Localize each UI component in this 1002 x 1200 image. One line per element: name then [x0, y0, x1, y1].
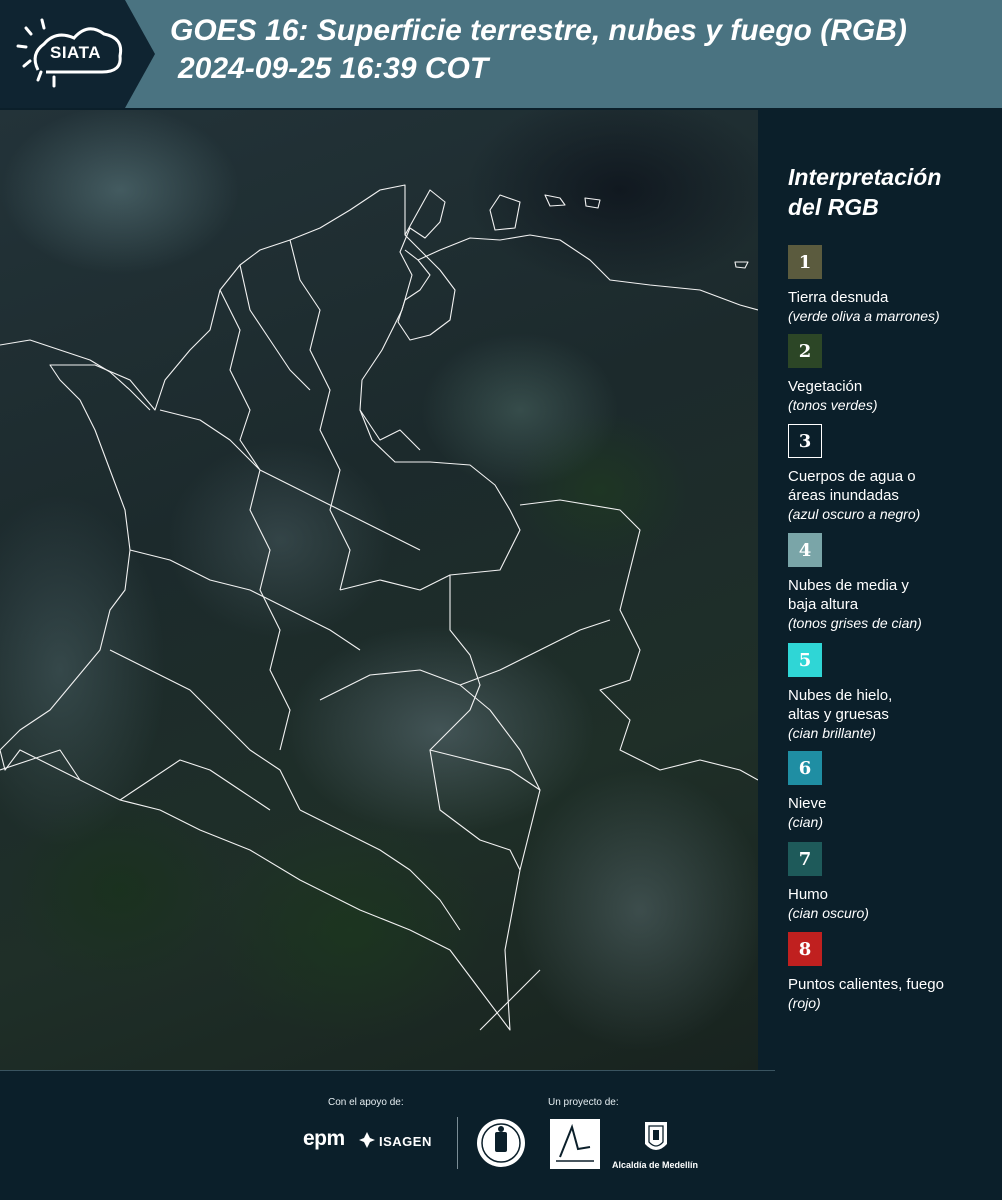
siata-logo[interactable]: SIATA [0, 0, 155, 108]
university-seal-icon[interactable] [476, 1118, 526, 1168]
legend-label-5: Nubes de hielo, altas y gruesas [788, 687, 893, 723]
legend-title: Interpretación del RGB [788, 162, 988, 222]
legend-desc-1: (verde oliva a marrones) [788, 308, 940, 324]
legend-title-line1: Interpretación [788, 164, 942, 190]
ecuador-border [0, 749, 81, 781]
legend-label-7: Humo [788, 886, 829, 903]
legend-swatch-4: 4 [788, 533, 822, 567]
venezuela-border [519, 499, 758, 781]
legend-desc-3: (azul oscuro a negro) [788, 506, 921, 522]
legend-label-4: Nubes de media y baja altura [788, 577, 909, 613]
island-1 [544, 194, 566, 207]
paraguana-peninsula [489, 194, 521, 231]
legend-swatch-1: 1 [788, 245, 822, 279]
legend-label-1: Tierra desnuda [788, 289, 889, 306]
legend-desc-4: (tonos grises de cian) [788, 615, 922, 631]
area-metropolitana-logo[interactable] [550, 1119, 600, 1169]
title-product: GOES 16: Superficie terrestre, nubes y f… [170, 14, 907, 47]
area-metropolitana-icon [556, 1123, 594, 1162]
legend-desc-6: (cian) [788, 814, 824, 830]
legend-item-vegetation: 2 Vegetación (tonos verdes) [788, 334, 998, 415]
legend-title-line2: del RGB [788, 194, 879, 220]
legend-swatch-3: 3 [788, 424, 822, 458]
header-bar: SIATA GOES 16: Superficie terrestre, nub… [0, 0, 1002, 108]
legend-item-snow: 6 Nieve (cian) [788, 751, 998, 832]
island-3 [734, 261, 749, 269]
internal-border-east [319, 669, 541, 871]
legend-swatch-5: 5 [788, 643, 822, 677]
legend-desc-5: (cian brillante) [788, 725, 876, 741]
department-line-8 [119, 759, 271, 811]
legend-swatch-2: 2 [788, 334, 822, 368]
siata-logo-text: SIATA [50, 43, 101, 62]
legend-item-bare-land: 1 Tierra desnuda (verde oliva a marrones… [788, 245, 998, 326]
project-label: Un proyecto de: [548, 1097, 619, 1108]
legend-swatch-8: 8 [788, 932, 822, 966]
department-line-9 [359, 409, 421, 451]
department-line-10 [239, 264, 311, 391]
legend-item-low-clouds: 4 Nubes de media y baja altura (tonos gr… [788, 533, 998, 633]
legend-label-3: Cuerpos de agua o áreas inundadas [788, 468, 916, 504]
legend-item-smoke: 7 Humo (cian oscuro) [788, 842, 998, 923]
satellite-map[interactable] [0, 110, 758, 1070]
department-line-11 [459, 619, 611, 686]
legend-item-ice-clouds: 5 Nubes de hielo, altas y gruesas (cian … [788, 643, 998, 743]
legend-label-6: Nieve [788, 795, 827, 812]
legend-item-water: 3 Cuerpos de agua o áreas inundadas (azu… [788, 424, 998, 524]
department-line-3 [159, 409, 421, 551]
legend-label-8: Puntos calientes, fuego [788, 976, 944, 993]
page-title: GOES 16: Superficie terrestre, nubes y f… [170, 12, 1000, 88]
epm-logo[interactable]: epm [303, 1127, 345, 1151]
legend-item-fire: 8 Puntos calientes, fuego (rojo) [788, 932, 998, 1013]
footer-divider [0, 1070, 775, 1071]
island-2 [584, 197, 601, 209]
maracaibo-lake [397, 234, 456, 341]
legend-desc-7: (cian oscuro) [788, 905, 869, 921]
support-label: Con el apoyo de: [328, 1097, 404, 1108]
legend-label-2: Vegetación [788, 378, 863, 395]
panama-coast [0, 339, 151, 411]
department-line-2 [289, 239, 351, 591]
alcaldia-coat-of-arms-icon[interactable] [642, 1118, 670, 1158]
country-boundaries [0, 184, 758, 1031]
department-line-4 [129, 549, 361, 651]
department-line-7 [299, 809, 461, 931]
title-timestamp: 2024-09-25 16:39 COT [178, 52, 489, 85]
venezuela-coast [417, 234, 758, 311]
footer-logo-divider [457, 1117, 458, 1169]
legend-swatch-6: 6 [788, 751, 822, 785]
isagen-icon [359, 1132, 375, 1148]
department-line-1 [219, 289, 291, 751]
legend-desc-8: (rojo) [788, 995, 821, 1011]
legend-swatch-7: 7 [788, 842, 822, 876]
brazil-border [479, 969, 541, 1031]
department-line-6 [339, 574, 451, 591]
legend-desc-2: (tonos verdes) [788, 397, 878, 413]
isagen-logo[interactable]: ISAGEN [379, 1134, 432, 1149]
alcaldia-logo-text: Alcaldía de Medellín [612, 1160, 699, 1170]
